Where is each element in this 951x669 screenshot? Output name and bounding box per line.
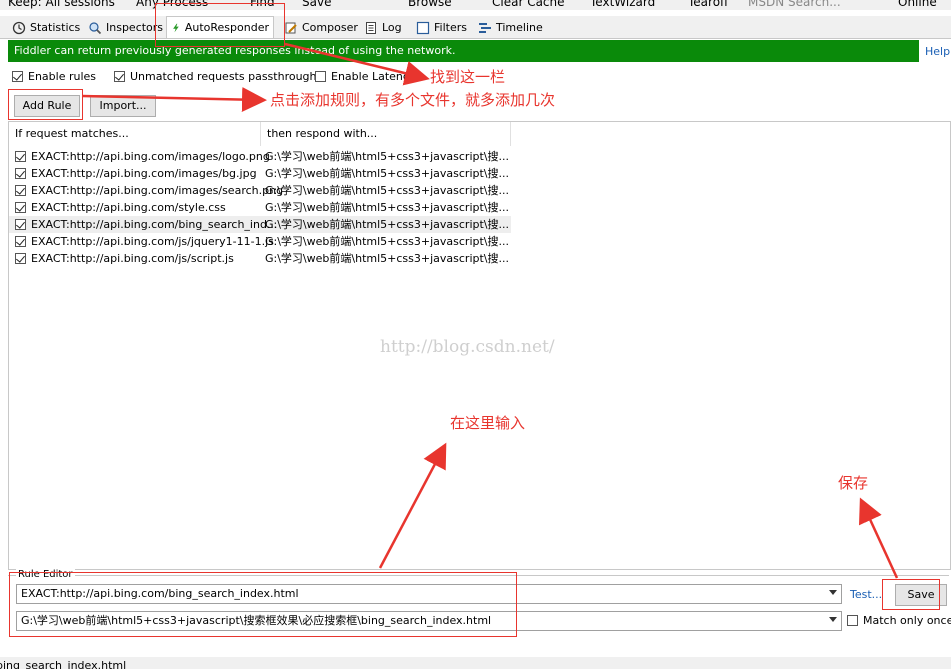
arrow-to-tab-label [284,42,430,86]
annotation-input-here: 在这里输入 [450,414,526,432]
annotation-add-rule: 点击添加规则，有多个文件，就多添加几次 [270,91,556,109]
arrow-to-add-rule-label [81,87,267,113]
annotation-save: 保存 [838,474,869,492]
arrow-to-editor [378,442,447,569]
annotation-find-tab: 找到这一栏 [430,68,506,86]
arrow-to-save [859,497,899,579]
